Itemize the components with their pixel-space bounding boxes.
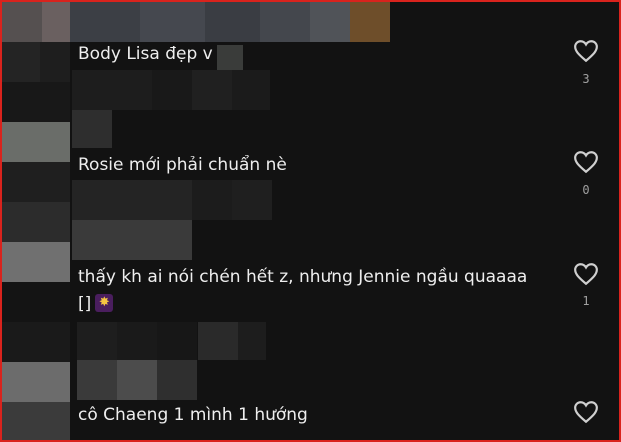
comment-text: thấy kh ai nói chén hết z, nhưng Jennie … <box>78 267 528 287</box>
heart-icon[interactable] <box>573 39 599 63</box>
comment-text-line2: [] ✸ <box>78 292 114 316</box>
sparkle-emoji: ✸ <box>95 294 114 312</box>
heart-icon[interactable] <box>573 150 599 174</box>
heart-icon[interactable] <box>573 262 599 286</box>
like-count: 3 <box>582 72 590 86</box>
like-count: 0 <box>582 183 590 197</box>
comment-text-fragment: [] <box>78 294 92 314</box>
comment-text: Body Lisa đẹp v <box>78 44 213 64</box>
comment-text: cô Chaeng 1 mình 1 hướng <box>78 405 308 425</box>
comment-text: Rosie mới phải chuẩn nè <box>78 155 287 175</box>
heart-icon[interactable] <box>573 400 599 424</box>
comments-panel: Body Lisa đẹp v 3 Rosie mới phải chuẩn n… <box>0 0 621 442</box>
like-count: 1 <box>582 294 590 308</box>
